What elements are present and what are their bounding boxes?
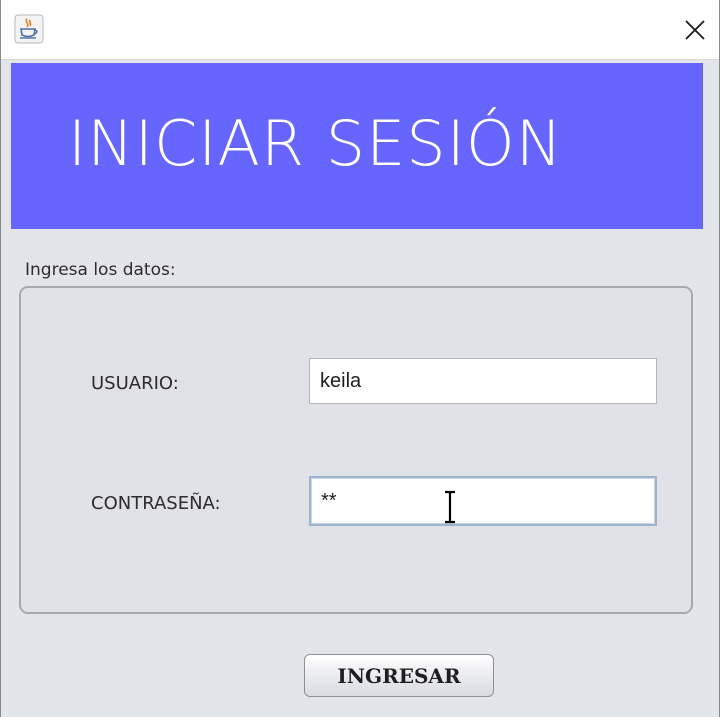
submit-button[interactable]: INGRESAR (304, 654, 494, 697)
username-field[interactable] (309, 358, 657, 404)
password-label: CONTRASEÑA: (91, 493, 221, 514)
close-icon (685, 20, 705, 40)
login-window: INICIAR SESIÓN Ingresa los datos: USUARI… (0, 0, 720, 717)
title-bar (1, 0, 719, 60)
close-button[interactable] (679, 14, 711, 46)
header-banner: INICIAR SESIÓN (11, 63, 703, 229)
form-group-box (19, 286, 693, 614)
password-field[interactable] (309, 476, 657, 526)
section-label: Ingresa los datos: (25, 260, 176, 280)
username-label: USUARIO: (91, 373, 179, 394)
page-title: INICIAR SESIÓN (68, 106, 564, 180)
java-coffee-icon (14, 14, 44, 44)
